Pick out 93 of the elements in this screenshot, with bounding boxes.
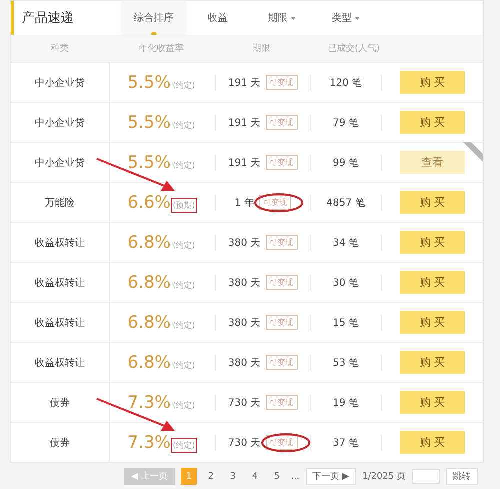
liquidity-tag: 可变现 — [266, 115, 298, 130]
rate-note: (约定) — [172, 280, 196, 292]
page-input[interactable] — [412, 469, 440, 484]
liquidity-tag: 可变现 — [266, 435, 298, 450]
product-type: 收益权转让 — [11, 303, 110, 342]
product-type: 万能险 — [11, 183, 110, 222]
product-type: 收益权转让 — [11, 343, 110, 382]
caret-icon — [355, 16, 360, 20]
rate-value: 6.8% — [128, 272, 171, 292]
liquidity-tag: 可变现 — [259, 195, 292, 210]
trade-count: 53 笔 — [332, 356, 360, 370]
buy-button[interactable]: 购 买 — [400, 311, 465, 334]
column-header: 已成交(人气) — [326, 42, 382, 55]
caret-icon — [291, 16, 296, 20]
column-header: 种类 — [50, 42, 70, 55]
rate-value: 7.3% — [128, 392, 171, 412]
rate-value: 7.3% — [128, 432, 171, 452]
jump-button[interactable]: 跳转 — [446, 468, 478, 485]
rate-value: 6.8% — [128, 312, 171, 332]
rate-value: 5.5% — [128, 152, 171, 172]
term-value: 730 天 — [228, 396, 261, 410]
product-type: 收益权转让 — [11, 223, 110, 262]
rate-note: (约定) — [172, 240, 196, 252]
product-type: 债券 — [11, 383, 110, 422]
rate-note: (约定) — [172, 160, 196, 172]
buy-button[interactable]: 购 买 — [400, 111, 465, 134]
term-value: 1 年 — [234, 196, 254, 210]
page-number[interactable]: 5 — [269, 468, 286, 485]
buy-button[interactable]: 购 买 — [400, 191, 465, 214]
term-value: 380 天 — [228, 356, 261, 370]
liquidity-tag: 可变现 — [266, 75, 298, 90]
page-number[interactable]: 3 — [225, 468, 242, 485]
rate-note: (约定) — [172, 80, 196, 92]
trade-count: 30 笔 — [332, 276, 360, 290]
liquidity-tag: 可变现 — [266, 235, 298, 250]
annotation-ellipse — [260, 433, 311, 453]
trade-count: 79 笔 — [332, 116, 360, 130]
trade-count: 99 笔 — [332, 156, 360, 170]
term-value: 191 天 — [228, 156, 261, 170]
page-number[interactable]: 2 — [203, 468, 220, 485]
column-header: 期限 — [252, 42, 272, 55]
buy-button[interactable]: 购 买 — [400, 391, 465, 414]
page-number[interactable]: 4 — [247, 468, 264, 485]
product-type: 收益权转让 — [11, 263, 110, 302]
trade-count: 34 笔 — [332, 236, 360, 250]
term-value: 191 天 — [228, 116, 261, 130]
term-value: 380 天 — [228, 316, 261, 330]
column-header: 年化收益率 — [138, 42, 185, 55]
sort-tab[interactable]: 类型 — [314, 1, 378, 35]
liquidity-tag: 可变现 — [266, 355, 298, 370]
liquidity-tag: 可变现 — [266, 315, 298, 330]
trade-count: 19 笔 — [332, 396, 360, 410]
buy-button[interactable]: 查看 — [400, 151, 465, 174]
product-type: 债券 — [11, 423, 110, 462]
rate-value: 6.8% — [128, 352, 171, 372]
rate-note: (约定) — [172, 360, 196, 372]
annotation-ellipse — [254, 193, 304, 213]
next-page-button[interactable]: 下一页 ▶ — [306, 468, 356, 485]
term-value: 380 天 — [228, 236, 261, 250]
product-type: 中小企业贷 — [11, 103, 110, 142]
page-ellipsis: ... — [291, 472, 300, 482]
trade-count: 120 笔 — [328, 76, 364, 90]
buy-button[interactable]: 购 买 — [400, 231, 465, 254]
trade-count: 37 笔 — [332, 436, 360, 450]
buy-button[interactable]: 购 买 — [400, 431, 465, 454]
rate-note: (约定) — [170, 438, 198, 452]
liquidity-tag: 可变现 — [266, 395, 298, 410]
rate-value: 5.5% — [128, 72, 171, 92]
product-type: 中小企业贷 — [11, 63, 110, 102]
page-info: 1/2025 页 — [362, 471, 406, 483]
trade-count: 15 笔 — [332, 316, 360, 330]
buy-button[interactable]: 购 买 — [400, 71, 465, 94]
term-value: 191 天 — [228, 76, 261, 90]
rate-note: (约定) — [172, 120, 196, 132]
sort-tab[interactable]: 综合排序 — [122, 1, 186, 35]
buy-button[interactable]: 购 买 — [400, 351, 465, 374]
sort-tab[interactable]: 期限 — [250, 1, 314, 35]
corner-ribbon-icon — [463, 142, 483, 162]
rate-note: (约定) — [172, 320, 196, 332]
term-value: 730 天 — [228, 436, 261, 450]
term-value: 380 天 — [228, 276, 261, 290]
rate-value: 5.5% — [128, 112, 171, 132]
rate-note: (约定) — [172, 400, 196, 412]
rate-value: 6.6% — [128, 192, 171, 212]
rate-value: 6.8% — [128, 232, 171, 252]
sort-tab[interactable]: 收益 — [186, 1, 250, 35]
rate-note: (预期) — [170, 198, 198, 212]
liquidity-tag: 可变现 — [266, 275, 298, 290]
product-type: 中小企业贷 — [11, 143, 110, 182]
trade-count: 4857 笔 — [326, 196, 366, 210]
section-title: 产品速递 — [21, 10, 75, 27]
buy-button[interactable]: 购 买 — [400, 271, 465, 294]
liquidity-tag: 可变现 — [266, 155, 298, 170]
